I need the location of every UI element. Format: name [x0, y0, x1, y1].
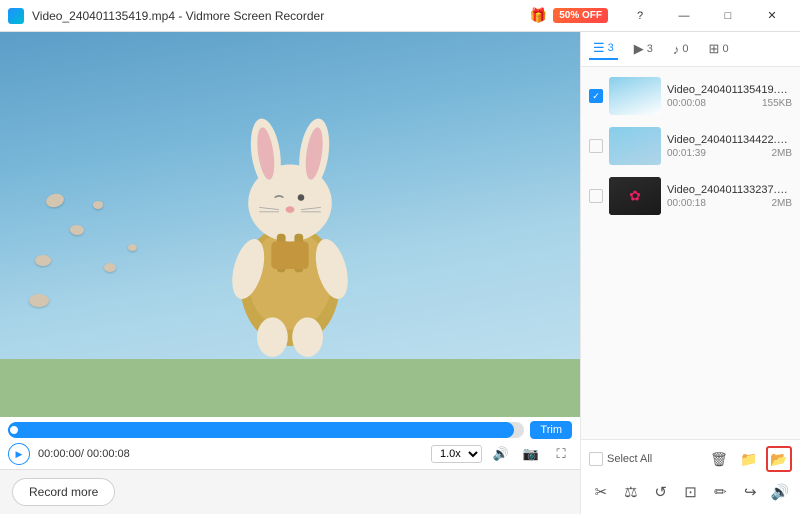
file-item[interactable]: Video_240401133237.mp4 00:00:18 2MB [581, 171, 800, 221]
delete-button[interactable]: 🗑 [706, 446, 732, 472]
cut-tool-button[interactable]: ✂ [589, 478, 613, 506]
file-info-2: Video_240401134422.mp4 00:01:39 2MB [667, 134, 792, 159]
minimize-button[interactable]: — [664, 0, 704, 32]
right-panel: ☰ 3 ▶ 3 ♪ 0 ⊞ 0 ✓ [580, 32, 800, 514]
main-content: Trim ▶ 00:00:00/ 00:00:08 1.0x 0.5x 1.5x… [0, 32, 800, 514]
image-tab-count: 0 [722, 43, 728, 55]
trim-slider[interactable] [8, 422, 524, 438]
close-button[interactable]: ✕ [752, 0, 792, 32]
edit-tools-row: ✂ ⚖ ↺ ⊡ ✏ ↪ 🔊 [589, 476, 792, 508]
trim-handle[interactable] [8, 424, 20, 436]
audio-tab-count: 0 [682, 43, 688, 55]
window-title: Video_240401135419.mp4 - Vidmore Screen … [32, 9, 324, 23]
file-size-3: 2MB [771, 198, 792, 209]
file-checkbox-2[interactable] [589, 139, 603, 153]
bunny-illustration [0, 32, 580, 417]
audio-tool-button[interactable]: 🔊 [768, 478, 792, 506]
edit-tool-button[interactable]: ✏ [708, 478, 732, 506]
left-panel: Trim ▶ 00:00:00/ 00:00:08 1.0x 0.5x 1.5x… [0, 32, 580, 514]
list-icon: ☰ [593, 40, 605, 56]
maximize-button[interactable]: □ [708, 0, 748, 32]
volume-button[interactable]: 🔊 [490, 443, 512, 465]
fullscreen-button[interactable]: ⛶ [550, 443, 572, 465]
file-duration-1: 00:00:08 [667, 98, 706, 109]
tab-image[interactable]: ⊞ 0 [705, 39, 733, 59]
play-icon: ▶ [634, 41, 644, 57]
file-info-3: Video_240401133237.mp4 00:00:18 2MB [667, 184, 792, 209]
right-bottom-bar: Select All 🗑 📁 📂 ✂ ⚖ ↺ ⊡ ✏ ↪ 🔊 [581, 439, 800, 514]
file-list: ✓ Video_240401135419.mp4 00:00:08 155KB [581, 67, 800, 439]
file-name-2: Video_240401134422.mp4 [667, 134, 792, 146]
tab-audio[interactable]: ♪ 0 [669, 40, 693, 59]
title-bar-right: 🎁 50% OFF ? — □ ✕ [530, 0, 792, 32]
tab-bar: ☰ 3 ▶ 3 ♪ 0 ⊞ 0 [581, 32, 800, 67]
record-more-button[interactable]: Record more [12, 478, 115, 506]
file-name-3: Video_240401133237.mp4 [667, 184, 792, 196]
thumb-bunny [609, 77, 661, 115]
file-thumb-1 [609, 77, 661, 115]
file-item[interactable]: ✓ Video_240401135419.mp4 00:00:08 155KB [581, 71, 800, 121]
rotate-tool-button[interactable]: ↺ [649, 478, 673, 506]
play-button[interactable]: ▶ [8, 443, 30, 465]
file-thumb-3 [609, 177, 661, 215]
convert-tool-button[interactable]: ↪ [738, 478, 762, 506]
file-meta-3: 00:00:18 2MB [667, 198, 792, 209]
video-tab-count: 3 [608, 42, 614, 54]
file-checkbox-1[interactable]: ✓ [589, 89, 603, 103]
bottom-bar: Record more [0, 469, 580, 514]
tab-video[interactable]: ▶ 3 [630, 39, 657, 59]
file-info-1: Video_240401135419.mp4 00:00:08 155KB [667, 84, 792, 109]
trim-row: Trim [8, 421, 572, 439]
merge-tool-button[interactable]: ⊡ [679, 478, 703, 506]
playback-row: ▶ 00:00:00/ 00:00:08 1.0x 0.5x 1.5x 2.0x… [8, 443, 572, 465]
file-meta-2: 00:01:39 2MB [667, 148, 792, 159]
bunny-svg [180, 70, 400, 380]
adjust-tool-button[interactable]: ⚖ [619, 478, 643, 506]
select-all-label: Select All [607, 453, 652, 465]
file-item[interactable]: Video_240401134422.mp4 00:01:39 2MB [581, 121, 800, 171]
right-action-buttons: 🗑 📁 📂 [706, 446, 792, 472]
promo-gift-icon: 🎁 [530, 7, 547, 24]
select-all-left: Select All [589, 452, 652, 466]
trim-slider-fill [8, 422, 514, 438]
file-meta-1: 00:00:08 155KB [667, 98, 792, 109]
thumb-sky [609, 127, 661, 165]
play-tab-count: 3 [647, 43, 653, 55]
folder-add-button[interactable]: 📁 [736, 446, 762, 472]
audio-icon: ♪ [673, 42, 680, 57]
image-icon: ⊞ [709, 41, 720, 57]
select-all-row: Select All 🗑 📁 📂 [589, 446, 792, 472]
file-name-1: Video_240401135419.mp4 [667, 84, 792, 96]
file-duration-2: 00:01:39 [667, 148, 706, 159]
open-folder-button[interactable]: 📂 [766, 446, 792, 472]
speed-select[interactable]: 1.0x 0.5x 1.5x 2.0x [431, 445, 482, 463]
title-bar-left: Video_240401135419.mp4 - Vidmore Screen … [8, 8, 324, 24]
file-checkbox-3[interactable] [589, 189, 603, 203]
controls-bar: Trim ▶ 00:00:00/ 00:00:08 1.0x 0.5x 1.5x… [0, 417, 580, 469]
file-size-2: 2MB [771, 148, 792, 159]
title-bar: Video_240401135419.mp4 - Vidmore Screen … [0, 0, 800, 32]
file-duration-3: 00:00:18 [667, 198, 706, 209]
promo-badge: 50% OFF [553, 8, 608, 23]
file-size-1: 155KB [762, 98, 792, 109]
select-all-checkbox[interactable] [589, 452, 603, 466]
file-thumb-2 [609, 127, 661, 165]
trim-button[interactable]: Trim [530, 421, 572, 439]
thumb-pink [609, 177, 661, 215]
video-background [0, 32, 580, 417]
time-display: 00:00:00/ 00:00:08 [38, 448, 130, 460]
tab-list[interactable]: ☰ 3 [589, 38, 618, 60]
video-area [0, 32, 580, 417]
help-button[interactable]: ? [620, 0, 660, 32]
snapshot-button[interactable]: 📷 [520, 443, 542, 465]
app-icon [8, 8, 24, 24]
